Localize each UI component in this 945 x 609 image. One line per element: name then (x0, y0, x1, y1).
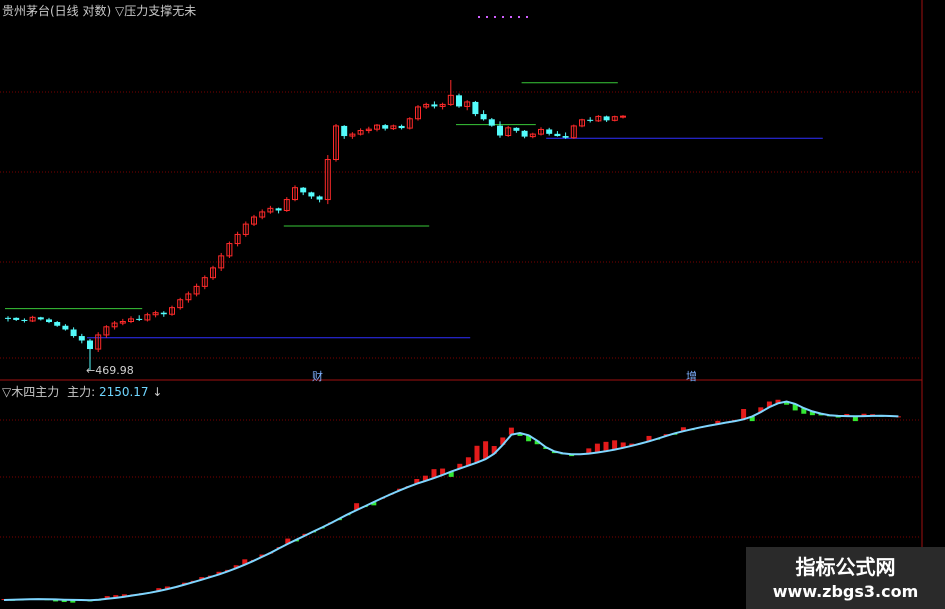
indicator-bar (594, 443, 600, 453)
candle-body (382, 125, 389, 129)
marker-dot (510, 16, 512, 18)
candle-body (480, 114, 487, 120)
candle-body (620, 115, 626, 118)
lower-panel-title: ▽木四主力 主力: 2150.17 ↓ (2, 383, 162, 400)
low-price-label: ←469.98 (86, 364, 134, 377)
candle-body (87, 340, 93, 350)
upper-panel-title: 贵州茅台(日线 对数) ▽压力支撑无未 (2, 2, 196, 19)
candle-body (341, 125, 348, 137)
indicator-bar (612, 440, 618, 450)
candle-body (488, 119, 495, 126)
candle-body (37, 317, 44, 320)
increase-marker: 增 (686, 370, 697, 383)
pressure-support-label[interactable]: ▽压力支撑无未 (115, 4, 196, 18)
marker-dot (526, 16, 528, 18)
candle-body (5, 317, 11, 319)
candle-body (587, 119, 594, 121)
candle-body (136, 318, 143, 320)
candle-body (521, 130, 528, 137)
candle-body (78, 336, 85, 341)
marker-dot (494, 16, 496, 18)
candle-body (46, 319, 52, 323)
marker-dot (478, 16, 480, 18)
candle-body (160, 312, 167, 315)
candle-body (603, 116, 610, 121)
indicator-name[interactable]: ▽木四主力 (2, 385, 59, 399)
candle-body (513, 127, 520, 131)
candle-body (431, 104, 438, 107)
indicator-bar (603, 441, 609, 452)
indicator-bar (474, 445, 480, 463)
candle-body (472, 101, 479, 115)
candle-body (456, 95, 462, 107)
candle-body (546, 129, 553, 134)
marker-dot (518, 16, 520, 18)
marker-dot (502, 16, 504, 18)
candle-body (316, 196, 323, 200)
candle-body (70, 329, 77, 337)
finance-marker: 财 (312, 370, 323, 383)
site-watermark: 指标公式网 www.zbgs3.com (746, 547, 945, 609)
main-value: 2150.17 (98, 385, 149, 399)
candle-body (497, 125, 503, 136)
candle-body (54, 322, 61, 326)
candle-body (21, 319, 28, 321)
candle-body (562, 136, 569, 138)
candle-body (300, 187, 307, 193)
candle-body (308, 192, 315, 197)
stock-chart[interactable] (0, 0, 945, 609)
watermark-title: 指标公式网 (795, 555, 896, 579)
stock-title: 贵州茅台(日线 对数) (2, 4, 112, 18)
candle-body (62, 325, 69, 330)
main-label: 主力: (67, 385, 96, 399)
watermark-url: www.zbgs3.com (772, 582, 919, 601)
down-arrow-icon: ↓ (152, 385, 163, 399)
candle-body (13, 317, 20, 320)
candle-body (398, 125, 405, 129)
candle-body (275, 208, 282, 211)
candle-body (554, 133, 561, 137)
marker-dot (486, 16, 488, 18)
indicator-bar (483, 441, 489, 460)
